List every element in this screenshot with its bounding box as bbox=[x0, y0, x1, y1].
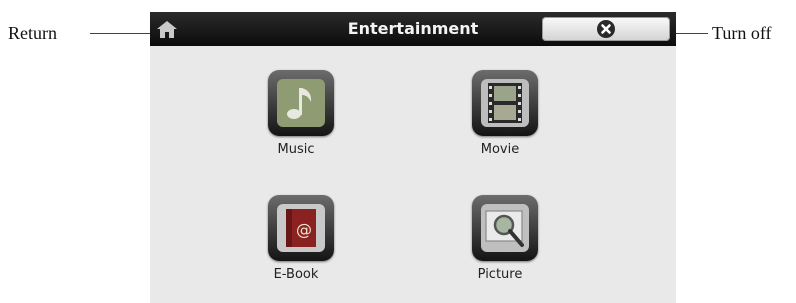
turn-off-callout-label: Turn off bbox=[712, 23, 772, 43]
music-label: Music bbox=[277, 142, 315, 157]
top-bar: Entertainment bbox=[150, 12, 676, 46]
book-icon: @ bbox=[277, 204, 325, 252]
return-callout-label: Return bbox=[8, 23, 57, 43]
movie-label: Movie bbox=[480, 142, 520, 157]
close-circle-icon bbox=[597, 20, 615, 38]
turn-off-button[interactable] bbox=[542, 17, 670, 41]
picture-magnifier-icon bbox=[481, 204, 529, 252]
picture-label: Picture bbox=[477, 267, 523, 282]
music-note-icon bbox=[277, 79, 325, 127]
ebook-label: E-Book bbox=[273, 267, 319, 282]
device-screen: Entertainment Music Movie @ E-Book Pictu… bbox=[150, 12, 676, 303]
film-strip-icon bbox=[481, 79, 529, 127]
return-callout-line bbox=[90, 33, 156, 34]
svg-text:@: @ bbox=[296, 220, 312, 239]
